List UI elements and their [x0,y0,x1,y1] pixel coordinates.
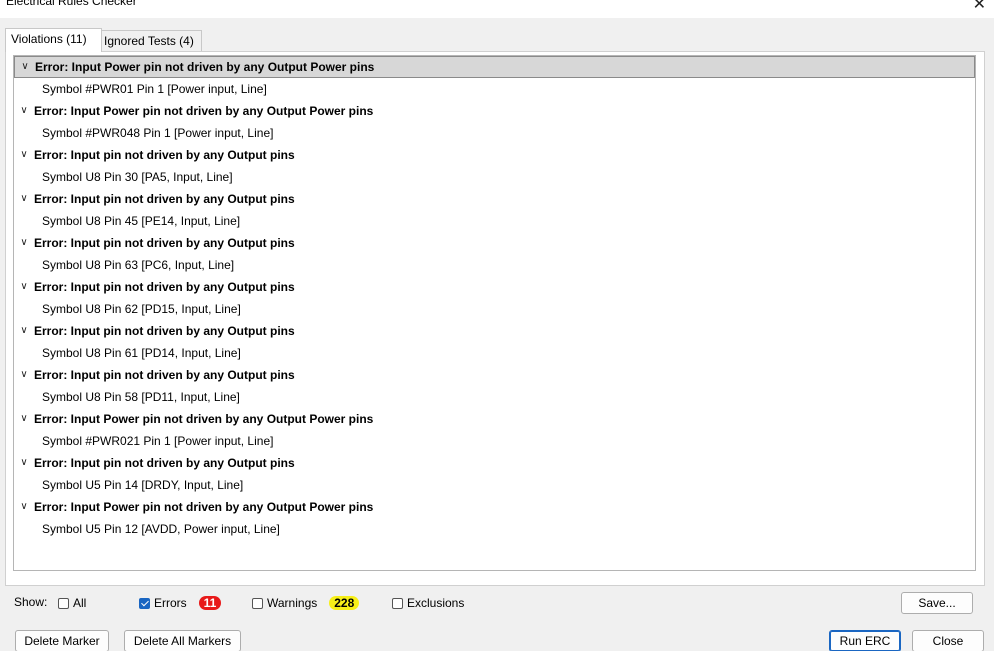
violation-error-text: Error: Input pin not driven by any Outpu… [34,324,295,338]
save-button[interactable]: Save... [901,592,973,614]
violation-item-row[interactable]: Symbol U8 Pin 61 [PD14, Input, Line] [14,342,975,364]
violation-item-text: Symbol U8 Pin 61 [PD14, Input, Line] [42,346,241,360]
violation-error-text: Error: Input pin not driven by any Outpu… [34,192,295,206]
violation-item-text: Symbol U5 Pin 14 [DRDY, Input, Line] [42,478,244,492]
checkbox-box[interactable] [58,597,69,609]
violation-item-text: Symbol U8 Pin 45 [PE14, Input, Line] [42,214,241,228]
violation-item-row[interactable]: Symbol U8 Pin 45 [PE14, Input, Line] [14,210,975,232]
filter-warnings-label: Warnings [267,596,318,610]
violation-error-text: Error: Input pin not driven by any Outpu… [34,148,295,162]
violation-item-row[interactable]: Symbol U5 Pin 12 [AVDD, Power input, Lin… [14,518,975,540]
violation-item-text: Symbol #PWR048 Pin 1 [Power input, Line] [42,126,274,140]
violation-error-row[interactable]: ∨ Error: Input pin not driven by any Outp… [14,144,975,166]
delete-marker-button[interactable]: Delete Marker [15,630,109,651]
violation-error-row[interactable]: ∨ Error: Input Power pin not driven by an… [14,496,975,518]
violation-error-text: Error: Input pin not driven by any Outpu… [34,368,295,382]
violation-error-row[interactable]: ∨ Error: Input Power pin not driven by an… [14,56,975,78]
violation-error-row[interactable]: ∨ Error: Input pin not driven by any Outp… [14,452,975,474]
filter-exclusions-checkbox[interactable]: Exclusions [392,595,464,611]
violation-item-text: Symbol U8 Pin 30 [PA5, Input, Line] [42,170,233,184]
window-title: Electrical Rules Checker [6,0,137,8]
violation-error-text: Error: Input Power pin not driven by any… [34,412,374,426]
violation-item-text: Symbol #PWR021 Pin 1 [Power input, Line] [42,434,274,448]
checkbox-box[interactable] [139,597,150,609]
filter-errors-label: Errors [154,596,187,610]
violation-error-text: Error: Input pin not driven by any Outpu… [34,280,295,294]
errors-count-badge: 11 [198,596,222,610]
filter-exclusions-label: Exclusions [407,596,465,610]
erc-dialog: Electrical Rules Checker ✕ Violations (1… [0,0,994,651]
violation-item-row[interactable]: Symbol #PWR048 Pin 1 [Power input, Line] [14,122,975,144]
tab-ignored-tests[interactable]: Ignored Tests (4) [98,30,202,51]
chevron-down-icon[interactable]: ∨ [19,320,29,342]
violation-error-text: Error: Input Power pin not driven by any… [34,104,374,118]
close-icon[interactable]: ✕ [973,0,986,13]
violation-item-row[interactable]: Symbol U5 Pin 14 [DRDY, Input, Line] [14,474,975,496]
tab-violations[interactable]: Violations (11) [5,28,102,52]
violation-item-text: Symbol U8 Pin 58 [PD11, Input, Line] [42,390,240,404]
run-erc-button[interactable]: Run ERC [829,630,901,651]
violation-item-text: Symbol U8 Pin 62 [PD15, Input, Line] [42,302,241,316]
warnings-count-badge: 228 [329,596,360,610]
violation-item-row[interactable]: Symbol U8 Pin 30 [PA5, Input, Line] [14,166,975,188]
violation-error-row[interactable]: ∨ Error: Input pin not driven by any Outp… [14,276,975,298]
chevron-down-icon[interactable]: ∨ [19,364,29,386]
violation-item-text: Symbol #PWR01 Pin 1 [Power input, Line] [42,82,267,96]
violation-error-row[interactable]: ∨ Error: Input pin not driven by any Outp… [14,320,975,342]
violation-error-row[interactable]: ∨ Error: Input pin not driven by any Outp… [14,232,975,254]
chevron-down-icon[interactable]: ∨ [20,57,30,77]
violation-error-row[interactable]: ∨ Error: Input Power pin not driven by an… [14,408,975,430]
title-bar: Electrical Rules Checker ✕ [0,0,994,18]
violation-error-row[interactable]: ∨ Error: Input pin not driven by any Outp… [14,188,975,210]
filter-all-checkbox[interactable]: All [58,595,86,611]
violation-item-row[interactable]: Symbol U8 Pin 63 [PC6, Input, Line] [14,254,975,276]
violation-error-row[interactable]: ∨ Error: Input pin not driven by any Outp… [14,364,975,386]
violation-item-row[interactable]: Symbol #PWR01 Pin 1 [Power input, Line] [14,78,975,100]
chevron-down-icon[interactable]: ∨ [19,232,29,254]
close-button[interactable]: Close [912,630,984,651]
delete-all-markers-button[interactable]: Delete All Markers [124,630,241,651]
tab-violations-label: Violations (11) [11,32,87,46]
violation-error-text: Error: Input pin not driven by any Outpu… [34,236,295,250]
violation-error-row[interactable]: ∨ Error: Input Power pin not driven by an… [14,100,975,122]
show-label: Show: [14,595,48,609]
filter-errors-checkbox[interactable]: Errors 11 [139,595,222,611]
chevron-down-icon[interactable]: ∨ [19,496,29,518]
chevron-down-icon[interactable]: ∨ [19,100,29,122]
violation-item-text: Symbol U8 Pin 63 [PC6, Input, Line] [42,258,235,272]
checkbox-box[interactable] [392,597,403,609]
chevron-down-icon[interactable]: ∨ [19,276,29,298]
violation-error-text: Error: Input pin not driven by any Outpu… [34,456,295,470]
violations-tree[interactable]: ∨ Error: Input Power pin not driven by an… [13,55,976,571]
filter-all-label: All [73,596,87,610]
violations-panel: ∨ Error: Input Power pin not driven by an… [5,51,985,586]
chevron-down-icon[interactable]: ∨ [19,452,29,474]
violation-item-text: Symbol U5 Pin 12 [AVDD, Power input, Lin… [42,522,280,536]
chevron-down-icon[interactable]: ∨ [19,144,29,166]
checkbox-box[interactable] [252,597,263,609]
violation-item-row[interactable]: Symbol U8 Pin 62 [PD15, Input, Line] [14,298,975,320]
violation-error-text: Error: Input Power pin not driven by any… [34,500,374,514]
chevron-down-icon[interactable]: ∨ [19,408,29,430]
bottom-bar: Show: All Errors 11 Warnings 228 Exclusi… [0,585,994,651]
filter-warnings-checkbox[interactable]: Warnings 228 [252,595,360,611]
chevron-down-icon[interactable]: ∨ [19,188,29,210]
violation-item-row[interactable]: Symbol #PWR021 Pin 1 [Power input, Line] [14,430,975,452]
tab-ignored-tests-label: Ignored Tests (4) [104,34,194,48]
violation-error-text: Error: Input Power pin not driven by any… [35,60,375,74]
violation-item-row[interactable]: Symbol U8 Pin 58 [PD11, Input, Line] [14,386,975,408]
